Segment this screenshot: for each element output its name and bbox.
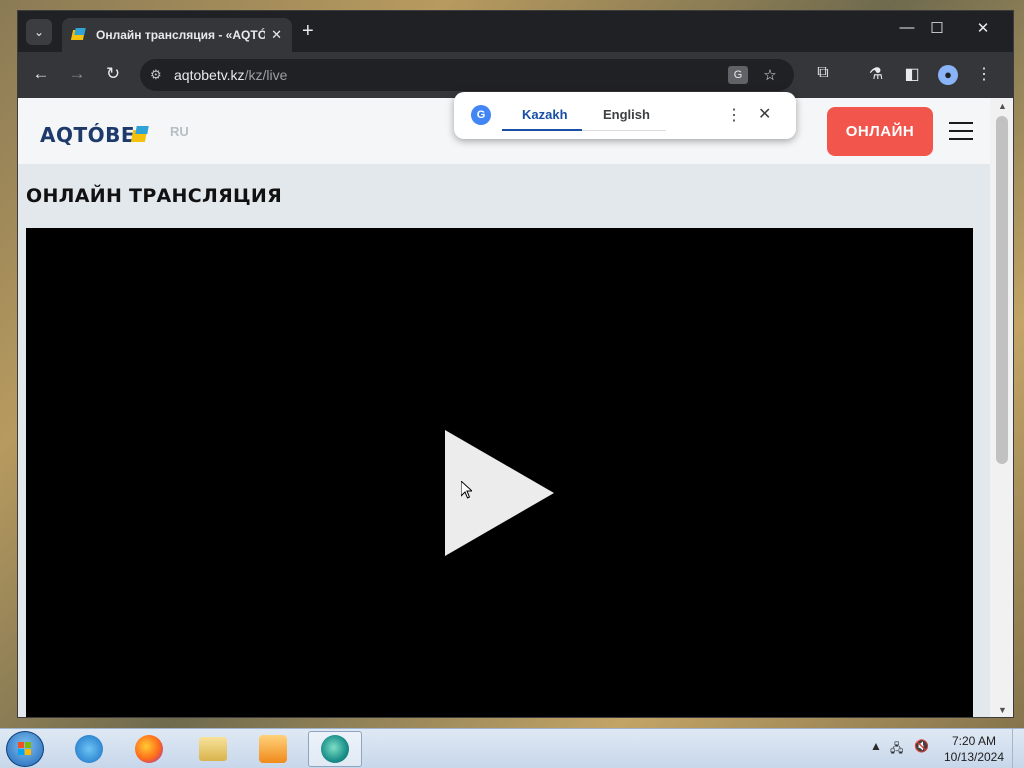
- firefox-app[interactable]: [122, 731, 176, 767]
- translate-popup: G Kazakh English ⋮ ✕: [454, 92, 796, 139]
- back-button[interactable]: ←: [30, 64, 52, 84]
- tray-expand-icon[interactable]: ▲: [870, 739, 882, 753]
- tab-title: Онлайн трансляция - «AQTÓBE: [96, 28, 266, 42]
- taskbar: ▲ 🖧 🔇 7:20 AM 10/13/2024: [0, 728, 1024, 768]
- maximize-button[interactable]: ☐: [922, 19, 952, 37]
- start-button[interactable]: [6, 731, 44, 767]
- show-desktop-button[interactable]: [1012, 729, 1024, 768]
- file-explorer-app[interactable]: [186, 731, 240, 767]
- scroll-up-icon[interactable]: ▲: [990, 101, 1013, 111]
- internet-explorer-icon: [75, 735, 103, 763]
- network-icon[interactable]: 🖧: [890, 739, 903, 760]
- scrollbar-thumb[interactable]: [996, 116, 1008, 464]
- page-title: ОНЛАЙН ТРАНСЛЯЦИЯ: [26, 185, 283, 207]
- logo-mark-icon: [130, 126, 149, 142]
- forward-button[interactable]: →: [66, 64, 88, 84]
- site-info-icon[interactable]: ⚙: [150, 67, 174, 83]
- url-host: aqtobetv.kz: [174, 67, 245, 83]
- tab-strip: ⌄ Онлайн трансляция - «AQTÓBE ✕ + — ☐ ✕: [18, 11, 1013, 52]
- site-favicon-icon: [72, 28, 86, 42]
- media-player-icon: [259, 735, 287, 763]
- translate-tab-english[interactable]: English: [603, 107, 650, 122]
- translate-tab-kazakh[interactable]: Kazakh: [522, 107, 568, 122]
- scroll-down-icon[interactable]: ▼: [990, 705, 1013, 715]
- browser-app-icon: [321, 735, 349, 763]
- language-switch-ru[interactable]: RU: [170, 124, 189, 139]
- clock-time: 7:20 AM: [951, 734, 997, 748]
- firefox-icon: [135, 735, 163, 763]
- mouse-cursor-icon: [461, 481, 472, 499]
- internet-explorer-app[interactable]: [62, 731, 116, 767]
- side-panel-icon[interactable]: ◧: [901, 64, 923, 84]
- folder-icon: [199, 737, 227, 761]
- system-clock[interactable]: 7:20 AM 10/13/2024: [941, 733, 1007, 765]
- volume-muted-icon[interactable]: 🔇: [914, 739, 929, 753]
- active-tab-underline: [502, 129, 582, 131]
- clock-date: 10/13/2024: [943, 750, 1005, 764]
- translate-close-icon[interactable]: ✕: [758, 104, 771, 124]
- windows-logo-icon: [18, 742, 32, 756]
- live-button[interactable]: ОНЛАЙН: [827, 107, 933, 156]
- reload-button[interactable]: ↻: [102, 64, 124, 84]
- active-tab[interactable]: Онлайн трансляция - «AQTÓBE ✕: [62, 18, 292, 52]
- extensions-icon[interactable]: ⧉: [812, 64, 834, 82]
- minimize-button[interactable]: —: [892, 19, 922, 36]
- address-bar[interactable]: ⚙ aqtobetv.kz/kz/live G ☆: [140, 59, 794, 91]
- translate-more-icon[interactable]: ⋮: [726, 105, 742, 125]
- url-text: aqtobetv.kz/kz/live: [174, 67, 287, 83]
- google-translate-icon: G: [471, 105, 491, 125]
- bookmark-star-icon[interactable]: ☆: [760, 66, 780, 84]
- tab-search-icon[interactable]: ⌄: [26, 19, 52, 45]
- site-logo[interactable]: AQTÓBE: [40, 123, 135, 147]
- new-tab-button[interactable]: +: [302, 21, 314, 41]
- vertical-scrollbar[interactable]: ▲ ▼: [990, 98, 1013, 717]
- labs-flask-icon[interactable]: ⚗: [865, 64, 887, 84]
- url-path: /kz/live: [244, 67, 288, 83]
- media-player-app[interactable]: [246, 731, 300, 767]
- browser-menu-icon[interactable]: ⋮: [973, 64, 995, 84]
- translate-icon[interactable]: G: [728, 66, 748, 84]
- video-player[interactable]: [26, 228, 973, 717]
- page-viewport: AQTÓBE RU ОНЛАЙН ОНЛАЙН ТРАНСЛЯЦИЯ ▲ ▼: [18, 98, 1013, 717]
- hamburger-menu-icon[interactable]: [949, 122, 973, 140]
- profile-avatar-icon[interactable]: ●: [938, 65, 958, 85]
- close-window-button[interactable]: ✕: [968, 19, 998, 37]
- tab-close-icon[interactable]: ✕: [271, 27, 282, 43]
- chrome-app[interactable]: [308, 731, 362, 767]
- tab-divider: [582, 130, 666, 131]
